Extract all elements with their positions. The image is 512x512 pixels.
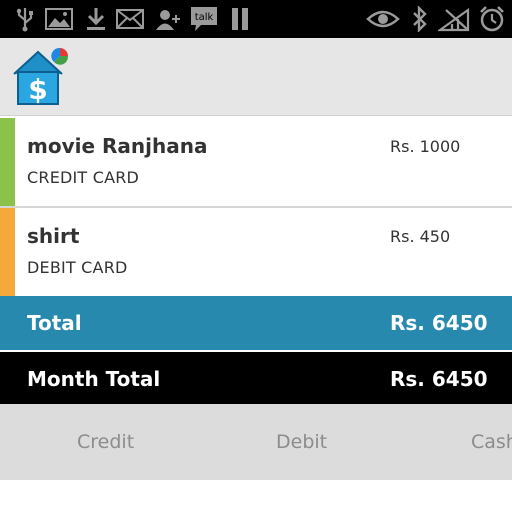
expense-amount: Rs. 1000 [390, 137, 461, 156]
payment-tab-bar: Credit Debit Cash [0, 404, 512, 480]
month-total-value: Rs. 6450 [390, 367, 488, 391]
tab-credit[interactable]: Credit [77, 431, 134, 453]
expense-name: shirt [27, 224, 80, 248]
bluetooth-icon [410, 6, 430, 32]
list-item[interactable]: shirt DEBIT CARD Rs. 450 [0, 208, 512, 298]
month-total-bar: Month Total Rs. 6450 [0, 352, 512, 404]
total-label: Total [27, 311, 82, 335]
mail-icon [116, 6, 144, 32]
expense-name: movie Ranjhana [27, 134, 208, 158]
payment-method: CREDIT CARD [27, 168, 140, 187]
add-contact-icon [154, 6, 182, 32]
list-item[interactable]: movie Ranjhana CREDIT CARD Rs. 1000 [0, 118, 512, 208]
eye-icon [366, 6, 400, 32]
talk-label: talk [195, 12, 214, 23]
tab-cash[interactable]: Cash [471, 431, 512, 453]
category-color-strip [0, 118, 15, 206]
action-bar: $ [0, 38, 512, 116]
pause-icon [228, 6, 252, 32]
tab-debit[interactable]: Debit [276, 431, 327, 453]
total-value: Rs. 6450 [390, 311, 488, 335]
image-icon [44, 6, 74, 32]
app-logo-icon[interactable]: $ [10, 46, 70, 108]
alarm-icon [478, 6, 506, 32]
download-icon [84, 6, 108, 32]
svg-text:$: $ [28, 73, 47, 106]
total-bar: Total Rs. 6450 [0, 296, 512, 350]
payment-method: DEBIT CARD [27, 258, 128, 277]
category-color-strip [0, 208, 15, 296]
status-bar: talk [0, 0, 512, 38]
no-signal-icon [438, 6, 472, 32]
month-total-label: Month Total [27, 367, 161, 391]
expense-amount: Rs. 450 [390, 227, 451, 246]
usb-icon [12, 6, 38, 32]
talk-icon: talk [189, 6, 219, 32]
